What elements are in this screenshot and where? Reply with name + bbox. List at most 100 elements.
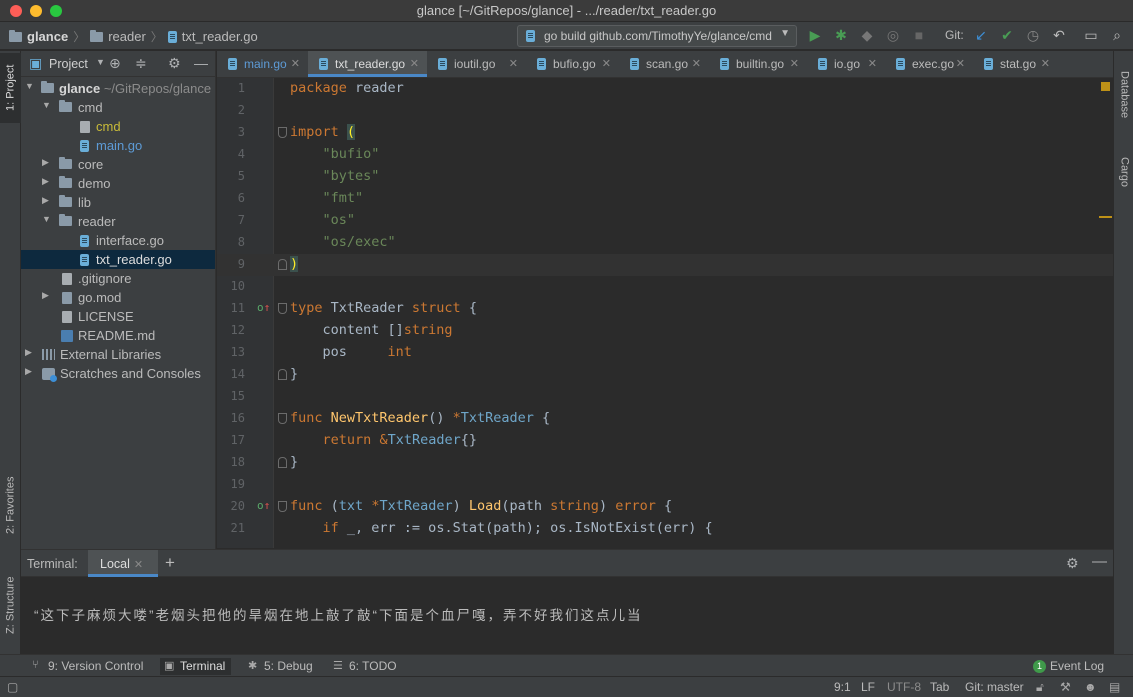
- tree-item-core-folder[interactable]: ▶ core: [21, 155, 215, 174]
- implements-marker-icon[interactable]: o↑: [257, 499, 270, 512]
- close-icon[interactable]: ✕: [509, 57, 518, 70]
- todo-tool-button[interactable]: ☰ 6: TODO: [329, 658, 403, 675]
- code-line[interactable]: 7 "os": [217, 210, 1113, 232]
- code-line[interactable]: 12 content []string: [217, 320, 1113, 342]
- tab-bufio-go[interactable]: bufio.go ✕: [526, 51, 619, 77]
- code-line[interactable]: 6 "fmt": [217, 188, 1113, 210]
- tree-item-interface-go[interactable]: interface.go: [21, 231, 215, 250]
- close-icon[interactable]: ✕: [956, 57, 965, 70]
- tab-exec-go[interactable]: exec.go ✕: [885, 51, 973, 77]
- fold-marker-icon[interactable]: [278, 127, 287, 138]
- inspector-icon[interactable]: ☻: [1084, 680, 1097, 694]
- hide-panel-icon[interactable]: —: [194, 55, 208, 71]
- code-line[interactable]: 15: [217, 386, 1113, 408]
- stop-icon[interactable]: ■: [911, 27, 927, 43]
- tab-main-go[interactable]: main.go ✕: [217, 51, 308, 77]
- hide-panel-icon[interactable]: —: [1092, 553, 1107, 570]
- close-icon[interactable]: ✕: [134, 559, 143, 571]
- fold-marker-icon[interactable]: [278, 413, 287, 424]
- code-line[interactable]: 14}: [217, 364, 1113, 386]
- tab-stat-go[interactable]: stat.go ✕: [973, 51, 1058, 77]
- code-line[interactable]: 2: [217, 100, 1113, 122]
- code-line[interactable]: 11 o↑ type TxtReader struct {: [217, 298, 1113, 320]
- close-icon[interactable]: ✕: [692, 57, 701, 70]
- collapse-all-icon[interactable]: ≑: [135, 55, 147, 72]
- code-line[interactable]: 18}: [217, 452, 1113, 474]
- favorites-tool-tab[interactable]: 2: Favorites: [0, 461, 21, 549]
- code-line[interactable]: 9): [217, 254, 1113, 276]
- layout-icon[interactable]: ▭: [1083, 27, 1099, 43]
- fold-marker-icon[interactable]: [278, 259, 287, 270]
- close-icon[interactable]: ✕: [410, 57, 419, 70]
- code-line[interactable]: 20 o↑ func (txt *TxtReader) Load(path stri…: [217, 496, 1113, 518]
- toggle-tool-windows-icon[interactable]: ▢: [7, 680, 18, 694]
- memory-indicator-icon[interactable]: ▤: [1109, 680, 1120, 694]
- git-history-icon[interactable]: ◷: [1025, 27, 1041, 43]
- tree-item-txt-reader-go[interactable]: txt_reader.go: [21, 250, 215, 269]
- wrench-icon[interactable]: ⚒: [1060, 680, 1071, 694]
- code-line[interactable]: 3 import (: [217, 122, 1113, 144]
- fold-marker-icon[interactable]: [278, 501, 287, 512]
- code-line[interactable]: 5 "bytes": [217, 166, 1113, 188]
- gear-icon[interactable]: ⚙: [1066, 555, 1079, 572]
- line-separator[interactable]: LF: [861, 680, 875, 694]
- code-line[interactable]: 19: [217, 474, 1113, 496]
- chevron-down-icon[interactable]: ▼: [42, 214, 51, 224]
- breadcrumb-folder[interactable]: reader: [108, 29, 146, 44]
- tree-item-readme[interactable]: README.md: [21, 326, 215, 345]
- tree-item-lib-folder[interactable]: ▶ lib: [21, 193, 215, 212]
- code-line[interactable]: 16 func NewTxtReader() *TxtReader {: [217, 408, 1113, 430]
- tab-io-go[interactable]: io.go ✕: [807, 51, 885, 77]
- tree-item-reader-folder[interactable]: ▼ reader: [21, 212, 215, 231]
- terminal-tab-local[interactable]: Local ✕: [88, 550, 158, 577]
- fold-marker-icon[interactable]: [278, 369, 287, 380]
- tree-item-cmd-folder[interactable]: ▼ cmd: [21, 98, 215, 117]
- tree-item-license[interactable]: LICENSE: [21, 307, 215, 326]
- revert-icon[interactable]: ↶: [1051, 27, 1067, 43]
- chevron-right-icon[interactable]: ▶: [25, 366, 32, 377]
- search-icon[interactable]: ⌕: [1109, 27, 1125, 43]
- breadcrumb-project[interactable]: glance: [27, 29, 68, 44]
- tab-txt-reader-go[interactable]: txt_reader.go ✕: [308, 51, 427, 77]
- profile-icon[interactable]: ◎: [885, 27, 901, 43]
- chevron-down-icon[interactable]: ▼: [42, 100, 51, 110]
- terminal-output[interactable]: “这下子麻烦大喽”老烟头把他的旱烟在地上敲了敲“下面是个血尸嘎，弄不好我们这点儿…: [34, 604, 643, 624]
- fold-marker-icon[interactable]: [278, 303, 287, 314]
- terminal-tool-button[interactable]: ▣ Terminal: [160, 658, 232, 675]
- code-line[interactable]: 1 package reader: [217, 78, 1113, 100]
- tree-item-project-root[interactable]: ▼ glance ~/GitRepos/glance: [21, 79, 215, 98]
- caret-position[interactable]: 9:1: [834, 680, 851, 694]
- tree-item-main-go[interactable]: main.go: [21, 136, 215, 155]
- locate-file-icon[interactable]: ⊕: [109, 55, 121, 72]
- tab-ioutil-go[interactable]: ioutil.go ✕: [427, 51, 526, 77]
- tab-builtin-go[interactable]: builtin.go ✕: [709, 51, 807, 77]
- chevron-right-icon[interactable]: ▶: [42, 290, 49, 301]
- database-tool-tab[interactable]: Database: [1115, 59, 1133, 131]
- cargo-tool-tab[interactable]: Cargo: [1115, 146, 1133, 198]
- editor-scrollbar[interactable]: [1098, 78, 1113, 548]
- close-icon[interactable]: ✕: [291, 57, 300, 70]
- project-tool-tab[interactable]: 1: Project: [0, 53, 21, 123]
- close-icon[interactable]: ✕: [1041, 57, 1050, 70]
- tree-item-external-libraries[interactable]: ▶ External Libraries: [21, 345, 215, 364]
- debug-icon[interactable]: ✱: [833, 27, 849, 43]
- chevron-down-icon[interactable]: ▼: [25, 81, 34, 91]
- breadcrumb-file[interactable]: txt_reader.go: [182, 29, 258, 44]
- chevron-right-icon[interactable]: ▶: [42, 157, 49, 168]
- implements-marker-icon[interactable]: o↑: [257, 301, 270, 314]
- file-encoding[interactable]: UTF-8: [887, 680, 921, 694]
- tree-item-gitignore[interactable]: .gitignore: [21, 269, 215, 288]
- git-update-icon[interactable]: ↙: [973, 27, 989, 43]
- chevron-right-icon[interactable]: ▶: [42, 176, 49, 187]
- coverage-icon[interactable]: ◆: [859, 27, 875, 43]
- git-branch[interactable]: Git: master: [965, 680, 1024, 694]
- tree-item-cmd-binary[interactable]: cmd: [21, 117, 215, 136]
- git-commit-icon[interactable]: ✔: [999, 27, 1015, 43]
- code-line[interactable]: 17 return &TxtReader{}: [217, 430, 1113, 452]
- version-control-tool-button[interactable]: ⑂ 9: Version Control: [28, 658, 149, 675]
- run-icon[interactable]: ▶: [807, 27, 823, 43]
- fold-marker-icon[interactable]: [278, 457, 287, 468]
- tab-scan-go[interactable]: scan.go ✕: [619, 51, 709, 77]
- code-editor[interactable]: 1 package reader 2 3 import (4 "bufio" 5 "byt…: [217, 78, 1113, 548]
- code-line[interactable]: 10: [217, 276, 1113, 298]
